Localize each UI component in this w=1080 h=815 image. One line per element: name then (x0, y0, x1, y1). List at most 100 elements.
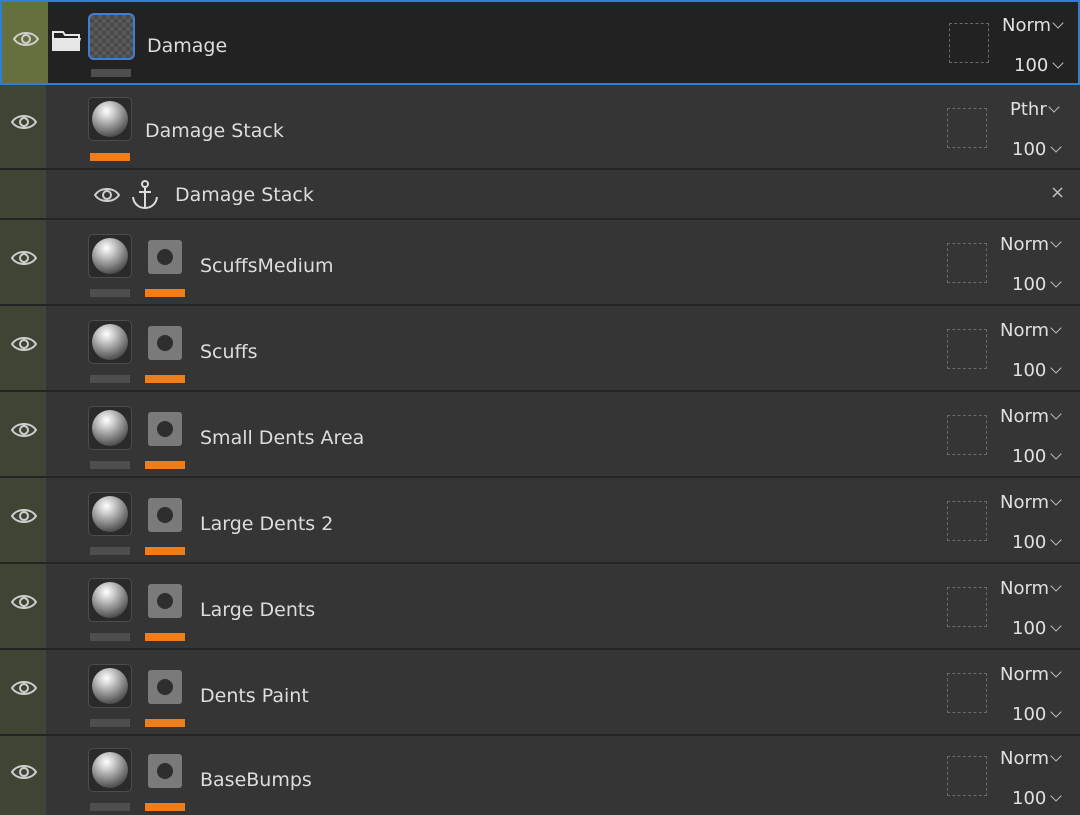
chevron-down-icon (1050, 706, 1063, 718)
chevron-down-icon (1050, 620, 1063, 632)
layer-color-tag (90, 803, 130, 811)
layer-preview-slot[interactable] (947, 673, 987, 713)
mask-thumbnail[interactable] (148, 584, 182, 618)
layer-stack-panel: Damage Norm 100 Damage Stack Pthr 100 Da… (0, 0, 1080, 815)
mask-thumbnail[interactable] (148, 240, 182, 274)
blend-mode-dropdown[interactable]: Norm (1002, 15, 1064, 36)
chevron-down-icon (1052, 57, 1065, 69)
layer-row-small-dents-area[interactable]: Small Dents Area Norm 100 (0, 392, 1080, 478)
mask-thumbnail[interactable] (148, 326, 182, 360)
layer-preview-slot[interactable] (947, 243, 987, 283)
eye-icon[interactable] (10, 678, 38, 698)
material-thumbnail[interactable] (88, 406, 132, 450)
mask-color-tag (145, 803, 185, 811)
layer-preview-slot[interactable] (947, 108, 987, 148)
layer-preview-slot[interactable] (949, 23, 989, 63)
opacity-dropdown[interactable]: 100 (1012, 532, 1063, 553)
layer-row-scuffsmedium[interactable]: ScuffsMedium Norm 100 (0, 220, 1080, 306)
layer-name[interactable]: Small Dents Area (200, 427, 364, 449)
opacity-dropdown[interactable]: 100 (1012, 139, 1063, 160)
layer-name[interactable]: Large Dents 2 (200, 513, 333, 535)
material-thumbnail[interactable] (88, 97, 132, 141)
layer-color-tag (90, 153, 130, 161)
layer-preview-slot[interactable] (947, 756, 987, 796)
chevron-down-icon (1050, 790, 1063, 802)
layer-row-large-dents[interactable]: Large Dents Norm 100 (0, 564, 1080, 650)
effect-name[interactable]: Damage Stack (175, 184, 314, 206)
layer-row-damage-stack[interactable]: Damage Stack Pthr 100 (0, 85, 1080, 170)
blend-mode-dropdown[interactable]: Norm (1000, 492, 1062, 513)
eye-icon[interactable] (10, 762, 38, 782)
layer-effect-row[interactable]: Damage Stack × (0, 170, 1080, 220)
opacity-dropdown[interactable]: 100 (1012, 618, 1063, 639)
layer-name[interactable]: Large Dents (200, 599, 315, 621)
eye-icon[interactable] (10, 420, 38, 440)
mask-color-tag (145, 719, 185, 727)
layer-row-basebumps[interactable]: BaseBumps Norm 100 (0, 736, 1080, 815)
mask-thumbnail[interactable] (148, 754, 182, 788)
eye-icon[interactable] (10, 248, 38, 268)
material-sphere (92, 582, 128, 618)
layer-row-large-dents-2[interactable]: Large Dents 2 Norm 100 (0, 478, 1080, 564)
mask-color-tag (145, 461, 185, 469)
material-thumbnail[interactable] (88, 320, 132, 364)
layer-preview-slot[interactable] (947, 415, 987, 455)
chevron-down-icon (1052, 17, 1064, 29)
chevron-down-icon (1050, 408, 1062, 420)
material-thumbnail[interactable] (88, 578, 132, 622)
chevron-down-icon (1050, 534, 1063, 546)
eye-icon[interactable] (93, 185, 121, 205)
opacity-dropdown[interactable]: 100 (1012, 274, 1063, 295)
layer-thumbnail[interactable] (88, 13, 135, 60)
mask-thumbnail[interactable] (148, 412, 182, 446)
blend-mode-dropdown[interactable]: Norm (1000, 748, 1062, 769)
close-icon[interactable]: × (1050, 182, 1065, 203)
layer-name[interactable]: ScuffsMedium (200, 255, 334, 277)
chevron-down-icon (1050, 322, 1062, 334)
material-sphere (92, 668, 128, 704)
blend-mode-dropdown[interactable]: Pthr (1010, 99, 1060, 120)
layer-name[interactable]: Dents Paint (200, 685, 309, 707)
layer-row-damage[interactable]: Damage Norm 100 (0, 0, 1080, 85)
folder-icon[interactable] (52, 28, 82, 52)
blend-mode-dropdown[interactable]: Norm (1000, 578, 1062, 599)
material-thumbnail[interactable] (88, 748, 132, 792)
mask-thumbnail[interactable] (148, 498, 182, 532)
eye-icon[interactable] (10, 112, 38, 132)
opacity-dropdown[interactable]: 100 (1012, 788, 1063, 809)
blend-mode-dropdown[interactable]: Norm (1000, 234, 1062, 255)
eye-icon[interactable] (10, 334, 38, 354)
eye-icon[interactable] (10, 506, 38, 526)
material-sphere (92, 496, 128, 532)
layer-color-tag (91, 69, 131, 77)
material-thumbnail[interactable] (88, 664, 132, 708)
opacity-dropdown[interactable]: 100 (1012, 446, 1063, 467)
blend-mode-dropdown[interactable]: Norm (1000, 406, 1062, 427)
layer-preview-slot[interactable] (947, 587, 987, 627)
material-sphere (92, 410, 128, 446)
opacity-dropdown[interactable]: 100 (1012, 704, 1063, 725)
layer-row-scuffs[interactable]: Scuffs Norm 100 (0, 306, 1080, 392)
blend-mode-dropdown[interactable]: Norm (1000, 664, 1062, 685)
layer-preview-slot[interactable] (947, 501, 987, 541)
layer-color-tag (90, 633, 130, 641)
material-sphere (92, 101, 128, 137)
layer-row-dents-paint[interactable]: Dents Paint Norm 100 (0, 650, 1080, 736)
material-thumbnail[interactable] (88, 492, 132, 536)
material-sphere (92, 752, 128, 788)
eye-icon[interactable] (12, 29, 40, 49)
layer-name[interactable]: Scuffs (200, 341, 258, 363)
mask-thumbnail[interactable] (148, 670, 182, 704)
opacity-dropdown[interactable]: 100 (1014, 55, 1065, 76)
chevron-down-icon (1048, 101, 1060, 113)
layer-name[interactable]: BaseBumps (200, 769, 312, 791)
blend-mode-dropdown[interactable]: Norm (1000, 320, 1062, 341)
layer-name[interactable]: Damage (147, 35, 227, 57)
layer-name[interactable]: Damage Stack (145, 120, 284, 142)
layer-preview-slot[interactable] (947, 329, 987, 369)
material-sphere (92, 324, 128, 360)
layer-color-tag (90, 289, 130, 297)
material-thumbnail[interactable] (88, 234, 132, 278)
opacity-dropdown[interactable]: 100 (1012, 360, 1063, 381)
eye-icon[interactable] (10, 592, 38, 612)
